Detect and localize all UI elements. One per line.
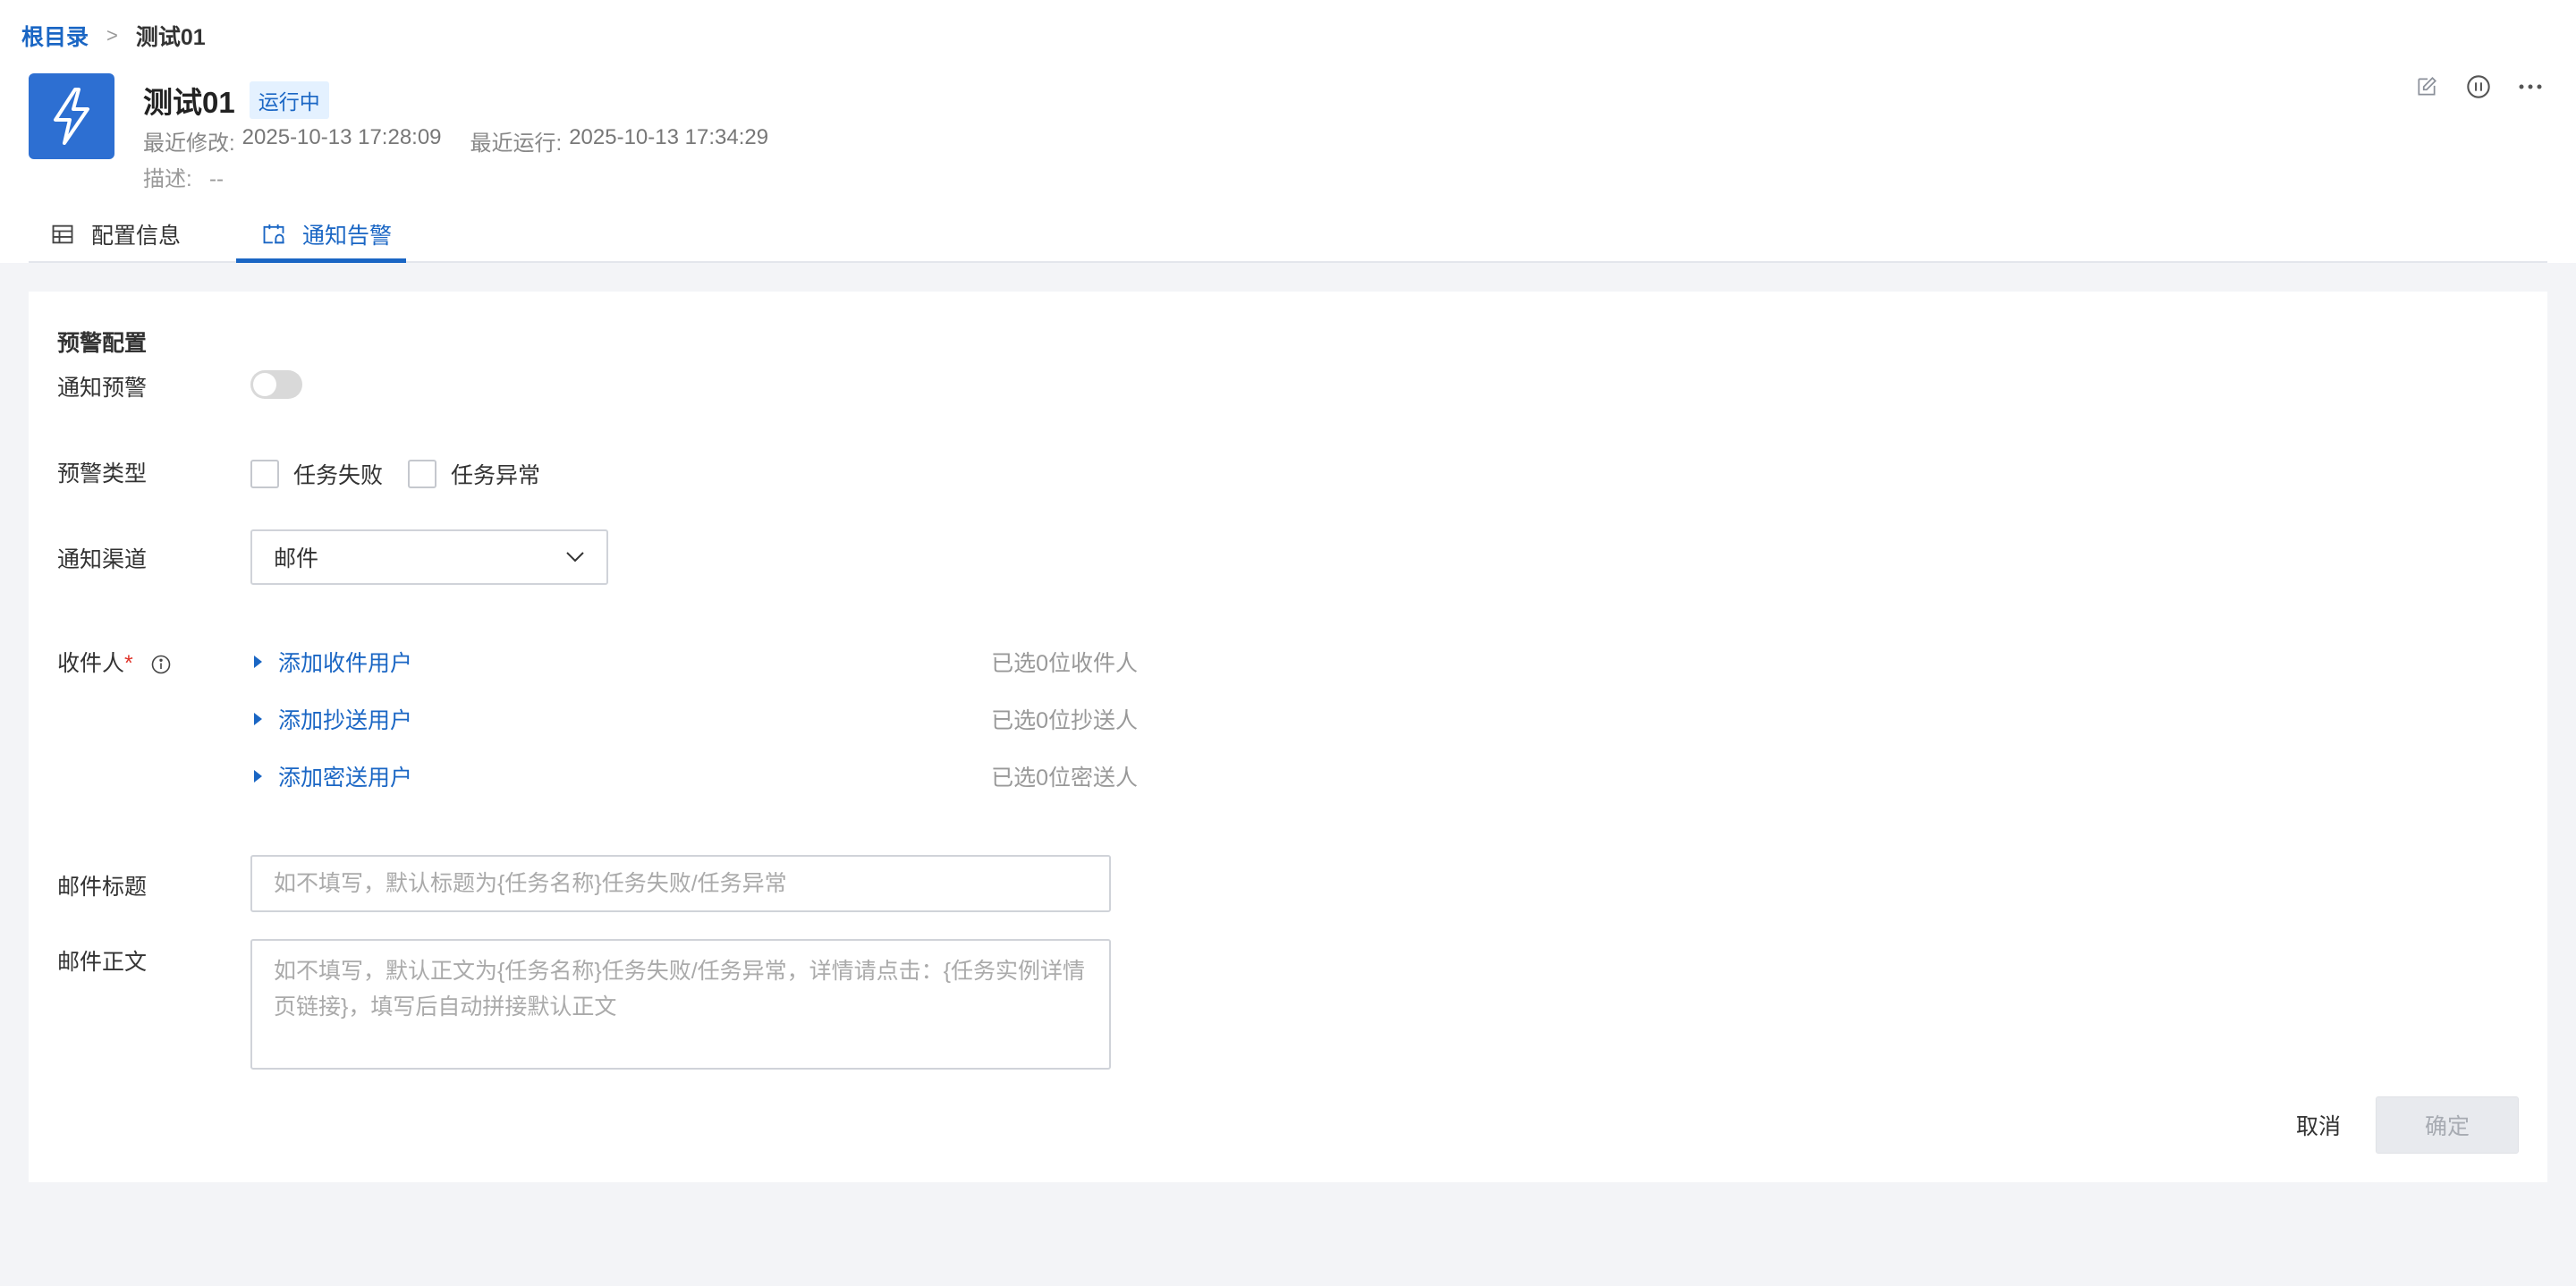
checkbox-task-failed[interactable]: 任务失败 <box>250 458 383 490</box>
toggle-knob <box>253 373 276 396</box>
add-cc-label: 添加抄送用户 <box>278 708 413 733</box>
body-textarea[interactable] <box>250 939 1111 1070</box>
add-recipient-link[interactable]: 添加收件用户 <box>254 646 412 678</box>
title-row: 测试01 运行中 <box>143 79 329 122</box>
cancel-button[interactable]: 取消 <box>2265 1096 2372 1154</box>
checkbox-task-failed-label: 任务失败 <box>293 463 384 488</box>
caret-right-icon <box>254 656 262 668</box>
lightning-icon <box>29 73 114 159</box>
chevron-down-icon <box>566 552 584 563</box>
tab-notification-alert[interactable]: 通知告警 <box>261 206 392 263</box>
add-cc-link[interactable]: 添加抄送用户 <box>254 703 412 735</box>
modified-label: 最近修改: <box>143 131 235 156</box>
meta-row: 最近修改: 2025-10-13 17:28:09 最近运行: 2025-10-… <box>143 125 768 157</box>
description-row: 描述: -- <box>143 161 224 192</box>
modified-value: 2025-10-13 17:28:09 <box>242 125 442 149</box>
header-actions <box>2413 73 2544 100</box>
table-icon <box>52 224 73 244</box>
checkbox-box <box>250 460 279 488</box>
checkbox-task-abnormal[interactable]: 任务异常 <box>408 458 540 490</box>
channel-select-value: 邮件 <box>274 546 319 571</box>
notify-toggle[interactable] <box>250 370 302 399</box>
calendar-bell-icon <box>263 224 284 244</box>
info-icon[interactable] <box>150 654 172 675</box>
status-badge: 运行中 <box>249 81 329 119</box>
alert-type-label: 预警类型 <box>57 461 148 486</box>
run-label: 最近运行: <box>470 131 563 156</box>
required-mark: * <box>124 651 133 676</box>
breadcrumb-separator: > <box>106 24 118 47</box>
checkbox-box <box>408 460 436 488</box>
tab-bar: 配置信息 通知告警 <box>29 206 2547 263</box>
confirm-button[interactable]: 确定 <box>2376 1096 2519 1154</box>
pause-icon[interactable] <box>2465 73 2492 100</box>
add-bcc-link[interactable]: 添加密送用户 <box>254 760 412 792</box>
section-title: 预警配置 <box>57 331 148 356</box>
tab-notification-alert-label: 通知告警 <box>302 224 393 249</box>
recipients-label-wrap: 收件人* <box>57 646 172 678</box>
edit-icon[interactable] <box>2413 73 2440 100</box>
add-recipient-label: 添加收件用户 <box>278 651 413 676</box>
tab-config-info[interactable]: 配置信息 <box>50 206 181 263</box>
notify-label: 通知预警 <box>57 376 148 401</box>
description-value: -- <box>209 167 224 191</box>
add-bcc-label: 添加密送用户 <box>278 766 413 791</box>
cc-count: 已选0位抄送人 <box>991 708 1138 733</box>
channel-label: 通知渠道 <box>57 547 148 572</box>
channel-select[interactable]: 邮件 <box>250 529 608 585</box>
caret-right-icon <box>254 770 262 783</box>
recipient-count: 已选0位收件人 <box>991 651 1138 676</box>
breadcrumb: 根目录 > 测试01 <box>21 20 206 52</box>
description-label: 描述: <box>143 167 192 191</box>
body-label: 邮件正文 <box>57 950 148 975</box>
more-icon[interactable] <box>2517 73 2544 100</box>
page-title: 测试01 <box>143 86 235 119</box>
recipients-label: 收件人 <box>57 651 125 676</box>
subject-input[interactable] <box>250 855 1111 912</box>
breadcrumb-root-link[interactable]: 根目录 <box>21 20 89 52</box>
breadcrumb-current: 测试01 <box>135 25 206 50</box>
active-tab-indicator <box>236 258 406 263</box>
checkbox-task-abnormal-label: 任务异常 <box>451 463 541 488</box>
subject-label: 邮件标题 <box>57 875 148 900</box>
run-value: 2025-10-13 17:34:29 <box>569 125 769 149</box>
alert-config-card: 预警配置 通知预警 预警类型 任务失败 任务异常 通知渠道 邮件 收件人* 添加… <box>29 292 2547 1182</box>
bcc-count: 已选0位密送人 <box>991 766 1138 791</box>
tab-config-info-label: 配置信息 <box>91 224 182 249</box>
header-area: 根目录 > 测试01 测试01 运行中 最近修改: 2025-10-13 17:… <box>0 0 2576 263</box>
caret-right-icon <box>254 713 262 725</box>
